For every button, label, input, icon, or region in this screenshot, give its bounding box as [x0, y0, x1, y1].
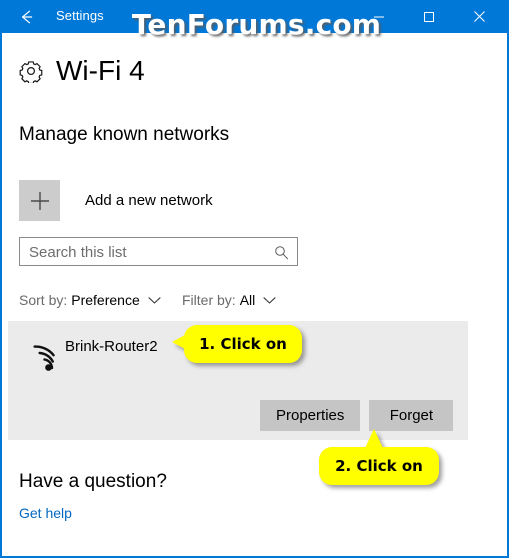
properties-button[interactable]: Properties: [260, 400, 361, 431]
add-network-button[interactable]: Add a new network: [19, 180, 213, 221]
search-placeholder: Search this list: [29, 244, 127, 261]
plus-icon-box: [19, 180, 60, 221]
title-bar: Settings: [2, 0, 507, 33]
page-header: Wi-Fi 4: [19, 55, 145, 87]
chevron-down-icon: [263, 292, 276, 310]
back-button[interactable]: [4, 0, 50, 33]
help-heading: Have a question?: [19, 471, 167, 492]
section-heading: Manage known networks: [19, 124, 230, 145]
gear-icon: [19, 59, 43, 83]
callout-tail: [365, 429, 383, 448]
sort-by-dropdown[interactable]: Sort by: Preference: [19, 291, 161, 310]
filter-by-dropdown[interactable]: Filter by: All: [182, 291, 276, 310]
maximize-icon: [423, 11, 435, 23]
network-name: Brink-Router2: [65, 338, 158, 355]
sort-by-label: Sort by:: [19, 292, 68, 308]
filter-by-value: All: [239, 292, 256, 308]
sort-filter-row: Sort by: Preference Filter by: All: [19, 291, 309, 313]
add-network-label: Add a new network: [85, 191, 213, 209]
search-input[interactable]: Search this list: [19, 237, 298, 266]
search-icon[interactable]: [274, 245, 289, 260]
callout-step-1: 1. Click on: [172, 325, 302, 363]
filter-by-label: Filter by:: [182, 292, 236, 308]
callout-step-2: 2. Click on: [319, 429, 439, 485]
get-help-link[interactable]: Get help: [19, 504, 72, 522]
back-arrow-icon: [17, 7, 37, 27]
page-title: Wi-Fi 4: [56, 55, 145, 86]
callout-step-1-text: 1. Click on: [199, 335, 287, 353]
window-title: Settings: [56, 8, 104, 23]
chevron-down-icon: [148, 292, 161, 310]
plus-icon: [29, 190, 51, 212]
callout-tail: [172, 335, 185, 349]
callout-step-2-text: 2. Click on: [335, 457, 423, 475]
minimize-icon: [373, 11, 385, 23]
close-icon: [473, 10, 486, 23]
sort-by-value: Preference: [71, 292, 140, 308]
maximize-button[interactable]: [406, 0, 452, 33]
minimize-button[interactable]: [356, 0, 402, 33]
settings-window: Settings TenForums.com Wi-Fi 4 Manage kn…: [0, 0, 509, 558]
network-action-buttons: Properties Forget: [260, 400, 454, 431]
forget-button[interactable]: Forget: [369, 400, 454, 431]
wifi-signal-icon: [21, 343, 57, 375]
close-button[interactable]: [456, 0, 502, 33]
